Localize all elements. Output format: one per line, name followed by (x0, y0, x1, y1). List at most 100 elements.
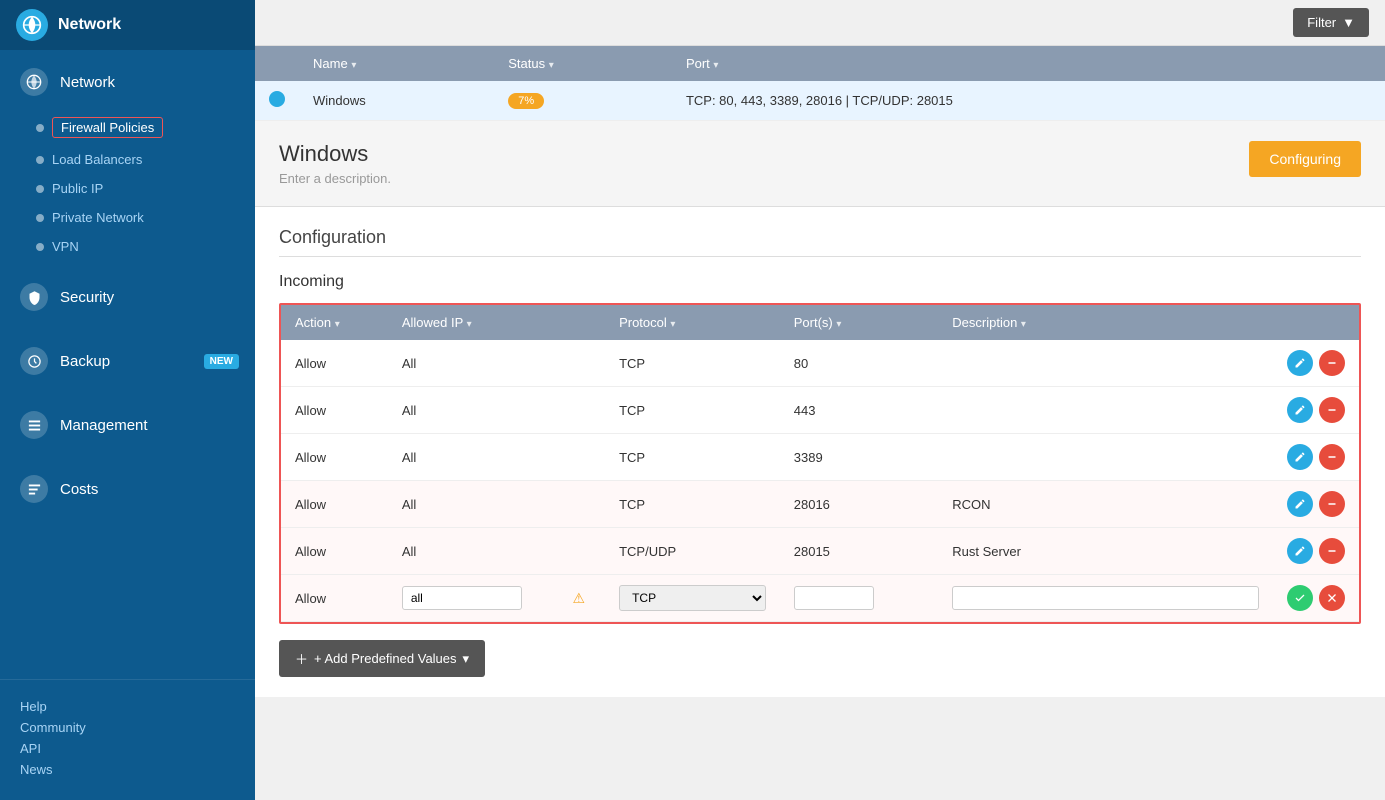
col-protocol[interactable]: Protocol ▾ (605, 305, 780, 340)
incoming-title: Incoming (279, 273, 1361, 291)
sidebar-section-security-header[interactable]: Security (0, 269, 255, 325)
row-protocol: TCP/UDP (605, 528, 780, 575)
table-row[interactable]: Allow All TCP/UDP 28015 Rust Server (281, 528, 1359, 575)
row-allowed-ip: All (388, 528, 605, 575)
network-icon (20, 68, 48, 96)
description-input-cell (938, 575, 1273, 622)
table-row[interactable]: Allow All TCP 443 (281, 387, 1359, 434)
sidebar-section-network: Network Firewall Policies Load Balancers… (0, 50, 255, 265)
col-allowed-ip[interactable]: Allowed IP ▾ (388, 305, 605, 340)
ports-sort-icon: ▾ (836, 319, 841, 330)
col-status[interactable]: Status ▾ (494, 46, 672, 81)
save-button[interactable] (1287, 585, 1313, 611)
add-predefined-label: + Add Predefined Values (314, 651, 457, 666)
add-predefined-icon: ＋ (295, 649, 308, 668)
sidebar-news-link[interactable]: News (20, 759, 235, 780)
action-sort-icon: ▾ (335, 319, 340, 330)
edit-button[interactable] (1287, 491, 1313, 517)
private-network-label: Private Network (52, 210, 144, 225)
row-action: Allow (281, 434, 388, 481)
cancel-button[interactable] (1319, 585, 1345, 611)
table-row[interactable]: Windows 7% TCP: 80, 443, 3389, 28016 | T… (255, 81, 1385, 121)
sidebar-help-link[interactable]: Help (20, 696, 235, 717)
sidebar-section-management-header[interactable]: Management (0, 397, 255, 453)
description-input[interactable] (952, 586, 1259, 610)
ip-input-cell: ⚠ (388, 575, 605, 622)
row-allowed-ip: All (388, 434, 605, 481)
table-row[interactable]: Allow All TCP 80 (281, 340, 1359, 387)
load-balancers-label: Load Balancers (52, 152, 142, 167)
sidebar-title: Network (58, 16, 121, 34)
sidebar-section-backup-header[interactable]: Backup NEW (0, 333, 255, 389)
edit-button[interactable] (1287, 538, 1313, 564)
row-action-icons (1273, 387, 1359, 434)
row-action: Allow (281, 481, 388, 528)
row-action-icons (1273, 575, 1359, 622)
row-name: Windows (299, 81, 494, 121)
delete-button[interactable] (1319, 397, 1345, 423)
edit-button[interactable] (1287, 350, 1313, 376)
add-predefined-button[interactable]: ＋ + Add Predefined Values ▾ (279, 640, 485, 677)
network-section-label: Network (60, 74, 115, 91)
top-bar: Filter ▼ (255, 0, 1385, 46)
row-description (938, 387, 1273, 434)
network-sub-items: Firewall Policies Load Balancers Public … (0, 110, 255, 261)
col-action[interactable]: Action ▾ (281, 305, 388, 340)
sidebar-header: Network (0, 0, 255, 50)
sidebar-item-private-network[interactable]: Private Network (0, 203, 255, 232)
sidebar-community-link[interactable]: Community (20, 717, 235, 738)
sidebar-api-link[interactable]: API (20, 738, 235, 759)
edit-button[interactable] (1287, 397, 1313, 423)
col-actions (1273, 305, 1359, 340)
row-action-static: Allow (281, 575, 388, 622)
sidebar-section-network-header[interactable]: Network (0, 54, 255, 110)
row-allowed-ip: All (388, 340, 605, 387)
protocol-input-cell: TCP UDP TCP/UDP (605, 575, 780, 622)
main-content: Filter ▼ Name ▾ Status ▾ Port (255, 0, 1385, 800)
sidebar-item-vpn[interactable]: VPN (0, 232, 255, 261)
filter-button[interactable]: Filter ▼ (1293, 8, 1369, 37)
sidebar-section-security: Security (0, 265, 255, 329)
status-badge: 7% (508, 93, 544, 109)
sidebar-item-load-balancers[interactable]: Load Balancers (0, 145, 255, 174)
table-row[interactable]: Allow All TCP 3389 (281, 434, 1359, 481)
row-ports: 3389 (780, 434, 939, 481)
dot-icon (36, 156, 44, 164)
ports-input[interactable] (794, 586, 874, 610)
col-port[interactable]: Port ▾ (672, 46, 1385, 81)
sidebar-section-costs-header[interactable]: Costs (0, 461, 255, 517)
highlighted-table-wrapper: Action ▾ Allowed IP ▾ Protocol ▾ Port(s)… (279, 303, 1361, 624)
delete-button[interactable] (1319, 538, 1345, 564)
row-allowed-ip: All (388, 387, 605, 434)
row-ports: 28016 (780, 481, 939, 528)
row-ports: 443 (780, 387, 939, 434)
configuring-button[interactable]: Configuring (1249, 141, 1361, 177)
allowed-ip-input[interactable] (402, 586, 522, 610)
edit-button[interactable] (1287, 444, 1313, 470)
table-row[interactable]: Allow All TCP 28016 RCON (281, 481, 1359, 528)
delete-button[interactable] (1319, 350, 1345, 376)
sidebar-item-firewall-policies[interactable]: Firewall Policies (0, 110, 255, 145)
row-action-icons (1273, 481, 1359, 528)
new-badge: NEW (204, 354, 239, 369)
row-protocol: TCP (605, 340, 780, 387)
sidebar-section-management: Management (0, 393, 255, 457)
firewall-policies-table: Name ▾ Status ▾ Port ▾ (255, 46, 1385, 121)
delete-button[interactable] (1319, 491, 1345, 517)
protocol-select[interactable]: TCP UDP TCP/UDP (619, 585, 766, 611)
windows-detail-section: Windows Enter a description. Configuring (255, 121, 1385, 207)
col-ports[interactable]: Port(s) ▾ (780, 305, 939, 340)
ports-input-cell (780, 575, 939, 622)
col-name[interactable]: Name ▾ (299, 46, 494, 81)
row-action-icons (1273, 434, 1359, 481)
security-icon (20, 283, 48, 311)
col-description[interactable]: Description ▾ (938, 305, 1273, 340)
sidebar-item-public-ip[interactable]: Public IP (0, 174, 255, 203)
dot-icon (36, 185, 44, 193)
filter-icon: ▼ (1342, 15, 1355, 30)
sidebar-section-costs: Costs (0, 457, 255, 521)
management-icon (20, 411, 48, 439)
dot-icon (36, 124, 44, 132)
table-row-input[interactable]: Allow ⚠ TCP UDP (281, 575, 1359, 622)
delete-button[interactable] (1319, 444, 1345, 470)
